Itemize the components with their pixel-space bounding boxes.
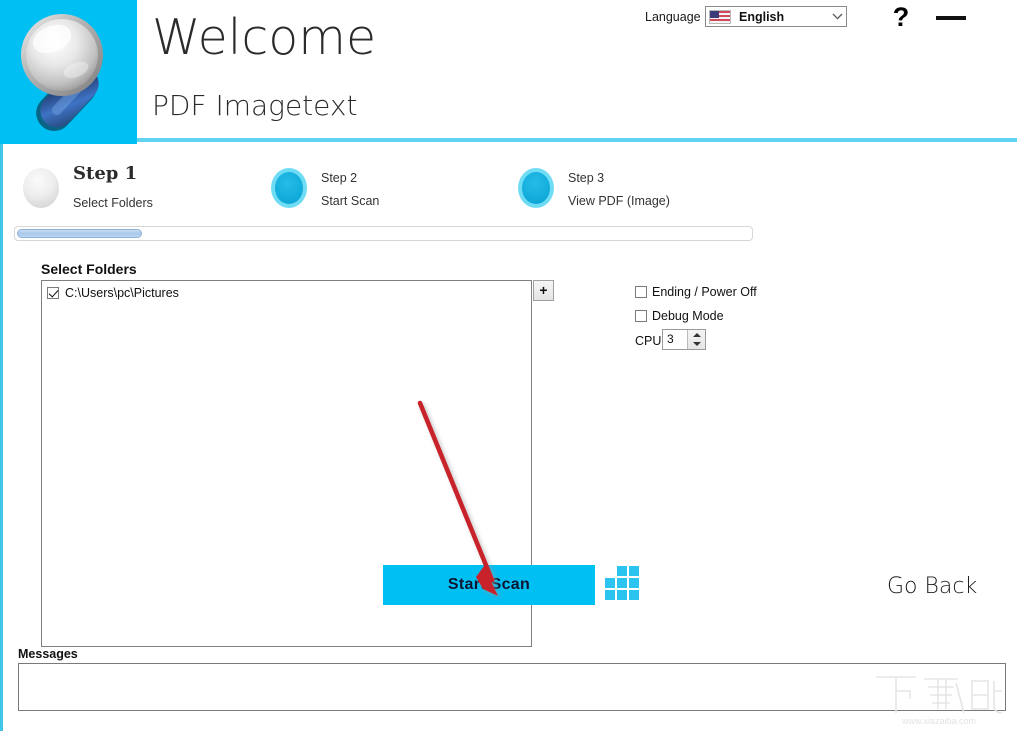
content-area: Step 1 Select Folders Step 2 Start Scan … [0,144,1017,731]
step-3-title: Step 3 [568,171,605,185]
language-label: Language [645,10,701,24]
step-3-caption: View PDF (Image) [568,194,670,208]
cpu-spinner-arrows[interactable] [687,330,705,349]
help-button[interactable]: ? [888,1,914,35]
debug-mode-option[interactable]: Debug Mode [635,309,724,323]
step-1-indicator [23,168,59,208]
magnifier-icon [21,14,103,132]
progress-bar-fill [17,229,142,238]
add-folder-button[interactable]: + [533,280,554,301]
minimize-icon [936,16,966,20]
step-2-title: Step 2 [321,171,358,185]
ending-power-off-label: Ending / Power Off [652,285,757,299]
us-flag-icon [709,9,731,24]
page-subtitle: PDF Imagetext [152,89,358,122]
ending-power-off-checkbox[interactable] [635,286,647,298]
minimize-button[interactable] [933,2,969,34]
go-back-button[interactable]: Go Back [887,574,977,599]
select-folders-label: Select Folders [41,261,137,277]
folder-path: C:\Users\pc\Pictures [65,286,179,300]
step-2-caption: Start Scan [321,194,380,208]
debug-mode-checkbox[interactable] [635,310,647,322]
page-title: Welcome [152,9,377,66]
cpu-stepper[interactable]: 3 [662,329,706,350]
messages-label: Messages [18,647,78,661]
start-scan-button[interactable]: Start Scan [383,565,595,605]
step-3-indicator [518,168,554,208]
language-selected-value: English [739,9,785,24]
cpu-increment-icon[interactable] [688,330,705,340]
app-window: Welcome PDF Imagetext Language English ?… [0,0,1017,731]
progress-bar [14,226,753,241]
folder-checkbox[interactable] [47,287,59,299]
messages-box[interactable] [18,663,1006,711]
cpu-label: CPU [635,334,662,348]
cpu-decrement-icon[interactable] [688,340,705,350]
debug-mode-label: Debug Mode [652,309,724,323]
list-item[interactable]: C:\Users\pc\Pictures [42,281,531,302]
logo-panel [0,0,137,144]
step-1-title: Step 1 [73,163,138,184]
step-2-indicator [271,168,307,208]
grid-apps-icon[interactable] [605,566,639,604]
language-select[interactable]: English [705,6,847,27]
chevron-down-icon [828,13,846,20]
ending-power-off-option[interactable]: Ending / Power Off [635,285,757,299]
cpu-value[interactable]: 3 [663,330,687,349]
header-divider [137,138,1017,142]
app-header: Welcome PDF Imagetext Language English ? [0,0,1017,144]
step-1-caption: Select Folders [73,196,153,210]
